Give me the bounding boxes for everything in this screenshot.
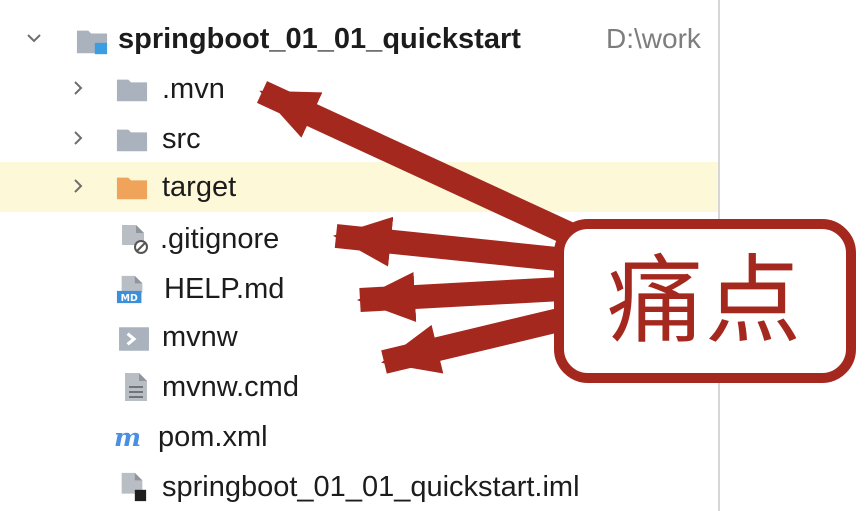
arrow-to-mvn [256,81,606,259]
arrow-to-help-md [357,272,581,322]
pain-point-label: 痛点 [607,245,803,357]
pain-point-badge: 痛点 [554,219,856,383]
arrow-to-gitignore [333,216,588,274]
